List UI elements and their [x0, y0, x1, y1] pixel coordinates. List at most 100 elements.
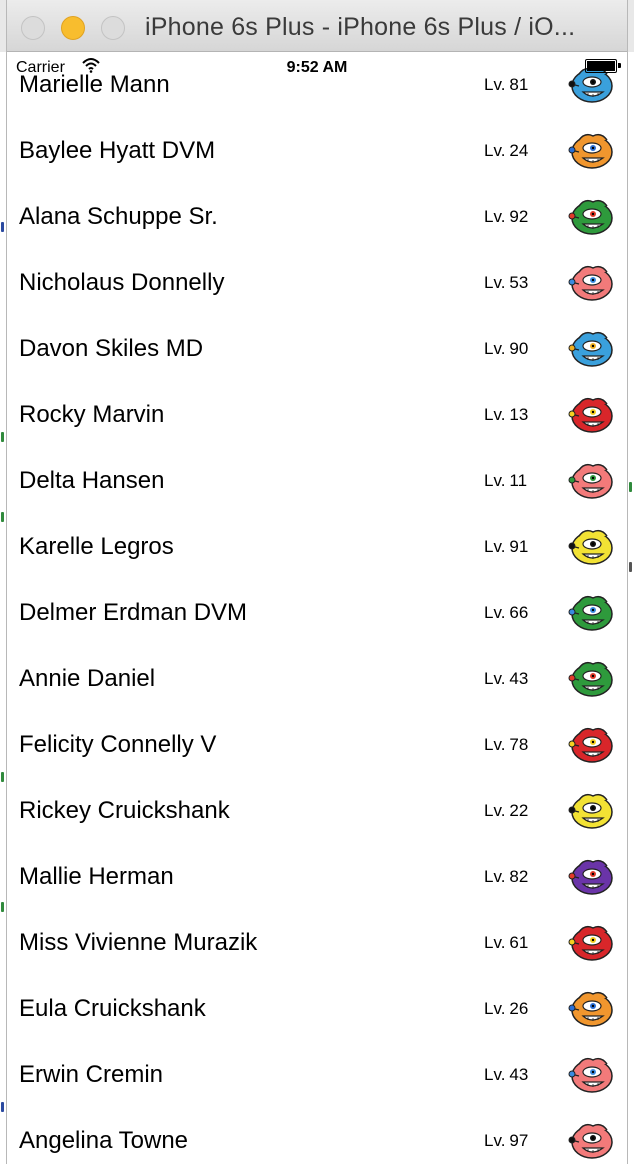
minimize-window-button[interactable]	[61, 16, 85, 40]
player-name: Miss Vivienne Murazik	[19, 929, 258, 956]
level-prefix: Lv.	[484, 1131, 506, 1150]
monster-avatar-icon	[568, 859, 613, 895]
level-prefix: Lv.	[484, 735, 506, 754]
monster-avatar-icon	[568, 265, 613, 301]
list-item[interactable]: Delmer Erdman DVM Lv. 66	[7, 580, 627, 646]
player-name: Annie Daniel	[19, 665, 156, 692]
player-level: Lv. 78	[484, 735, 528, 755]
level-value: 92	[509, 207, 529, 226]
monster-avatar-icon	[568, 1123, 613, 1159]
level-value: 82	[509, 867, 529, 886]
player-name: Erwin Cremin	[19, 1061, 164, 1088]
level-value: 91	[509, 537, 529, 556]
status-bar: Carrier 9:52 AM	[7, 52, 627, 84]
level-prefix: Lv.	[484, 933, 506, 952]
monster-avatar-icon	[568, 595, 613, 631]
player-level: Lv. 13	[484, 405, 528, 425]
level-value: 43	[509, 669, 529, 688]
battery-icon	[585, 59, 621, 73]
level-value: 61	[509, 933, 529, 952]
close-window-button[interactable]	[21, 16, 45, 40]
list-item[interactable]: Nicholaus Donnelly Lv. 53	[7, 250, 627, 316]
list-item[interactable]: Karelle Legros Lv. 91	[7, 514, 627, 580]
list-item[interactable]: Angelina Towne Lv. 97	[7, 1108, 627, 1164]
list-item[interactable]: Davon Skiles MD Lv. 90	[7, 316, 627, 382]
player-name: Davon Skiles MD	[19, 335, 204, 362]
monster-avatar-icon	[568, 991, 613, 1027]
level-prefix: Lv.	[484, 273, 506, 292]
device-screen: Carrier 9:52 AM Marielle Mann Lv. 81 Baylee…	[7, 52, 627, 1164]
player-level: Lv. 24	[484, 141, 528, 161]
player-name: Delta Hansen	[19, 467, 165, 494]
level-prefix: Lv.	[484, 603, 506, 622]
player-level: Lv. 97	[484, 1131, 528, 1151]
desktop-fragment	[1, 1102, 4, 1112]
player-level: Lv. 61	[484, 933, 528, 953]
list-item[interactable]: Felicity Connelly V Lv. 78	[7, 712, 627, 778]
desktop-fragment	[1, 772, 4, 782]
player-name: Rocky Marvin	[19, 401, 165, 428]
window-titlebar[interactable]: iPhone 6s Plus - iPhone 6s Plus / iO...	[7, 0, 627, 52]
level-value: 43	[509, 1065, 529, 1084]
level-value: 13	[509, 405, 529, 424]
player-level: Lv. 66	[484, 603, 528, 623]
player-name: Mallie Herman	[19, 863, 174, 890]
monster-avatar-icon	[568, 331, 613, 367]
desktop-fragment	[1, 902, 4, 912]
monster-avatar-icon	[568, 1057, 613, 1093]
list-item[interactable]: Alana Schuppe Sr. Lv. 92	[7, 184, 627, 250]
level-prefix: Lv.	[484, 141, 506, 160]
list-item[interactable]: Miss Vivienne Murazik Lv. 61	[7, 910, 627, 976]
level-value: 90	[509, 339, 529, 358]
desktop-fragment	[1, 512, 4, 522]
monster-avatar-icon	[568, 793, 613, 829]
monster-avatar-icon	[568, 727, 613, 763]
player-name: Angelina Towne	[19, 1127, 189, 1154]
level-prefix: Lv.	[484, 669, 506, 688]
player-name: Karelle Legros	[19, 533, 174, 560]
player-level: Lv. 26	[484, 999, 528, 1019]
list-item[interactable]: Delta Hansen Lv. 11	[7, 448, 627, 514]
list-item[interactable]: Eula Cruickshank Lv. 26	[7, 976, 627, 1042]
player-level: Lv. 43	[484, 1065, 528, 1085]
monster-avatar-icon	[568, 463, 613, 499]
level-prefix: Lv.	[484, 207, 506, 226]
level-value: 22	[509, 801, 529, 820]
list-item[interactable]: Rocky Marvin Lv. 13	[7, 382, 627, 448]
player-name: Delmer Erdman DVM	[19, 599, 248, 626]
list-item[interactable]: Rickey Cruickshank Lv. 22	[7, 778, 627, 844]
player-name: Eula Cruickshank	[19, 995, 206, 1022]
desktop-fragment	[1, 432, 4, 442]
player-name: Nicholaus Donnelly	[19, 269, 225, 296]
monster-avatar-icon	[568, 199, 613, 235]
level-value: 24	[509, 141, 529, 160]
status-time: 9:52 AM	[286, 59, 348, 76]
level-prefix: Lv.	[484, 867, 506, 886]
zoom-window-button[interactable]	[101, 16, 125, 40]
level-value: 53	[509, 273, 529, 292]
level-value: 11	[509, 471, 528, 490]
level-prefix: Lv.	[484, 999, 506, 1018]
monster-avatar-icon	[568, 397, 613, 433]
player-name: Rickey Cruickshank	[19, 797, 230, 824]
list-item[interactable]: Erwin Cremin Lv. 43	[7, 1042, 627, 1108]
list-item[interactable]: Annie Daniel Lv. 43	[7, 646, 627, 712]
monster-avatar-icon	[568, 529, 613, 565]
level-prefix: Lv.	[484, 801, 506, 820]
player-level: Lv. 11	[484, 471, 527, 491]
player-level: Lv. 91	[484, 537, 528, 557]
level-prefix: Lv.	[484, 405, 506, 424]
player-level: Lv. 53	[484, 273, 528, 293]
desktop-fragment	[629, 482, 632, 492]
monster-avatar-icon	[568, 661, 613, 697]
player-level: Lv. 92	[484, 207, 528, 227]
list-item[interactable]: Baylee Hyatt DVM Lv. 24	[7, 118, 627, 184]
level-prefix: Lv.	[484, 537, 506, 556]
window-title: iPhone 6s Plus - iPhone 6s Plus / iO...	[145, 13, 576, 41]
monster-avatar-icon	[568, 133, 613, 169]
desktop-fragment	[629, 562, 632, 572]
player-level: Lv. 22	[484, 801, 528, 821]
player-name: Felicity Connelly V	[19, 731, 217, 758]
list-item[interactable]: Mallie Herman Lv. 82	[7, 844, 627, 910]
level-prefix: Lv.	[484, 339, 506, 358]
